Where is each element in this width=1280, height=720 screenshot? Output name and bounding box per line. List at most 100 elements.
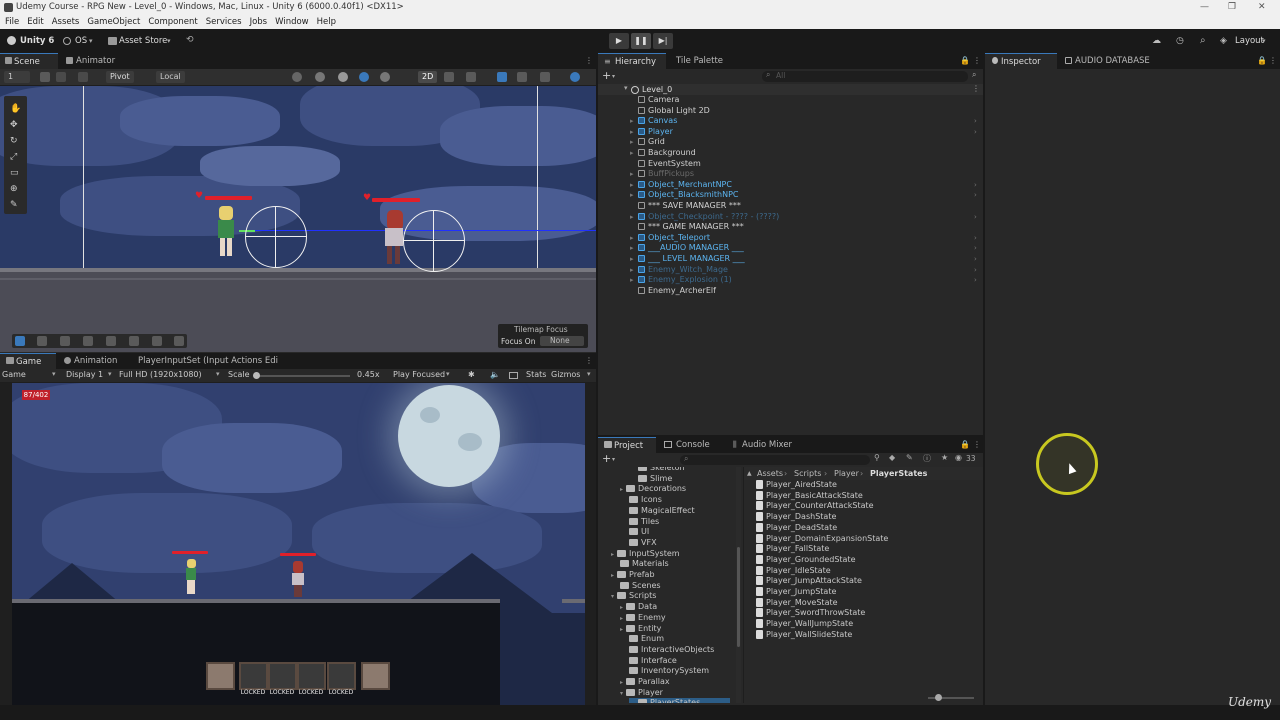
splitter[interactable] [743, 467, 744, 703]
folder-tree-item[interactable]: InteractiveObjects [620, 645, 714, 656]
script-file-item[interactable]: Player_DomainExpansionState [756, 533, 888, 545]
box-fill-icon[interactable] [83, 336, 93, 346]
panel-menu-icon[interactable]: ⋮ [973, 56, 981, 65]
focus-on-dropdown[interactable]: None [540, 336, 584, 346]
folder-tree-item[interactable]: ▸ Entity [620, 624, 661, 635]
menu-window[interactable]: Window [275, 15, 309, 29]
camera-icon[interactable] [517, 72, 527, 82]
open-prefab-icon[interactable]: › [974, 243, 977, 254]
menu-services[interactable]: Services [206, 15, 242, 29]
snap-increment-icon[interactable] [78, 72, 88, 82]
script-file-item[interactable]: Player_WallSlideState [756, 629, 852, 641]
tree-scrollbar-thumb[interactable] [737, 547, 740, 647]
folder-tree-item[interactable]: ▸ Data [620, 602, 657, 613]
lock-icon[interactable]: 🔒 [1257, 56, 1267, 65]
open-prefab-icon[interactable]: › [974, 265, 977, 276]
move-tile-icon[interactable] [37, 336, 47, 346]
chevron-right-icon[interactable]: ▸ [630, 275, 634, 286]
info-icon[interactable]: ⓘ [923, 453, 931, 464]
chevron-right-icon[interactable]: ▸ [630, 127, 634, 138]
folder-tree-item[interactable]: Tiles [620, 517, 659, 528]
chevron-right-icon[interactable]: ▸ [620, 604, 623, 611]
open-prefab-icon[interactable]: › [974, 190, 977, 201]
open-prefab-icon[interactable]: › [974, 275, 977, 286]
version-control-icon[interactable]: ⟲ [186, 35, 194, 45]
hierarchy-item[interactable]: *** SAVE MANAGER *** [598, 201, 983, 212]
chevron-right-icon[interactable]: ▸ [630, 254, 634, 265]
tab-audio-database[interactable]: AUDIO DATABASE [1061, 53, 1156, 69]
search-filter-icon[interactable]: ⌕ [972, 70, 976, 80]
folder-tree-item[interactable]: MagicalEffect [620, 506, 695, 517]
script-file-item[interactable]: Player_GroundedState [756, 554, 856, 566]
scene-root-row[interactable]: ▾ Level_0 ⋮ [598, 84, 983, 95]
lock-icon[interactable]: 🔒 [960, 440, 970, 449]
hierarchy-item[interactable]: ▸ Background [598, 148, 983, 159]
paint-tile-icon[interactable] [60, 336, 70, 346]
hierarchy-search-input[interactable]: ⌕ All [762, 70, 968, 82]
menu-jobs[interactable]: Jobs [250, 15, 268, 29]
open-prefab-icon[interactable]: › [974, 180, 977, 191]
hierarchy-item[interactable]: ▸ ___AUDIO MANAGER ___ › [598, 243, 983, 254]
fill-icon[interactable] [152, 336, 162, 346]
menu-gameobject[interactable]: GameObject [87, 15, 140, 29]
folder-tree-item[interactable]: ▾ Player [620, 688, 663, 699]
chevron-right-icon[interactable]: ▸ [630, 180, 634, 191]
script-file-item[interactable]: Player_MoveState [756, 597, 838, 609]
local-toggle[interactable]: Local [156, 71, 185, 83]
chevron-right-icon[interactable]: ▸ [620, 626, 623, 633]
wireframe-icon[interactable] [315, 72, 325, 82]
lighting-icon[interactable] [359, 72, 369, 82]
search-by-label-icon[interactable]: ◆ [889, 453, 895, 462]
account-dropdown[interactable]: Unity 6 [20, 36, 54, 46]
hierarchy-item[interactable]: Enemy_ArcherElf [598, 286, 983, 297]
layer-count[interactable]: 1 [4, 71, 30, 83]
folder-tree-item[interactable]: Icons [620, 495, 662, 506]
hierarchy-item[interactable]: ▸ Object_MerchantNPC › [598, 180, 983, 191]
audio-toggle-icon[interactable] [444, 72, 454, 82]
breadcrumb-playerstates[interactable]: PlayerStates [870, 467, 927, 480]
close-button[interactable]: ✕ [1258, 0, 1266, 15]
chevron-right-icon[interactable]: ▸ [630, 212, 634, 223]
tools-icon[interactable] [540, 72, 550, 82]
script-file-item[interactable]: Player_FallState [756, 544, 829, 555]
chevron-right-icon[interactable]: ▸ [630, 169, 634, 180]
hierarchy-item[interactable]: ▸ Object_Teleport › [598, 233, 983, 244]
folder-tree-item[interactable]: UI [620, 527, 649, 538]
hand-tool-icon[interactable]: ✋ [10, 104, 21, 114]
visibility-icon[interactable] [497, 72, 507, 82]
breadcrumb-player[interactable]: Player [834, 467, 859, 480]
game-viewport[interactable] [12, 383, 585, 705]
draw-mode-icon[interactable] [292, 72, 302, 82]
script-file-item[interactable]: Player_DashState [756, 512, 836, 523]
pivot-toggle[interactable]: Pivot [106, 71, 134, 83]
hierarchy-item[interactable]: ▸ Object_BlacksmithNPC › [598, 190, 983, 201]
favorite-star-icon[interactable]: ★ [941, 453, 948, 462]
folder-tree-item[interactable]: Enum [620, 634, 664, 645]
hierarchy-item[interactable]: ▸ Canvas › [598, 116, 983, 127]
chevron-down-icon[interactable]: ▾ [620, 690, 623, 697]
folder-tree-item[interactable]: Skeleton [629, 467, 685, 474]
game-mode-dropdown[interactable]: Game [2, 370, 26, 379]
fx-toggle-icon[interactable] [466, 72, 476, 82]
panel-menu-icon[interactable]: ⋮ [585, 56, 593, 65]
open-prefab-icon[interactable]: › [974, 116, 977, 127]
folder-tree-item[interactable]: Slime [629, 474, 672, 485]
open-prefab-icon[interactable]: › [974, 127, 977, 138]
display-dropdown[interactable]: Display 1 [66, 370, 103, 379]
breadcrumb-scripts[interactable]: Scripts [794, 467, 821, 480]
grid-snap-icon[interactable] [40, 72, 50, 82]
menu-file[interactable]: File [5, 15, 19, 29]
rect-tool-icon[interactable]: ▭ [10, 168, 19, 178]
script-file-item[interactable]: Player_DeadState [756, 522, 837, 534]
script-file-item[interactable]: Player_CounterAttackState [756, 501, 874, 512]
menu-assets[interactable]: Assets [52, 15, 80, 29]
hierarchy-item[interactable]: EventSystem [598, 159, 983, 170]
folder-tree-item[interactable]: VFX [620, 538, 657, 549]
select-tile-icon[interactable] [15, 336, 25, 346]
create-asset-button[interactable]: + [602, 452, 611, 465]
folder-tree-item[interactable]: ▸ Parallax [620, 677, 670, 688]
play-focused-dropdown[interactable]: Play Focused [393, 370, 445, 379]
scale-slider-handle[interactable] [253, 372, 260, 379]
eraser-icon[interactable] [129, 336, 139, 346]
script-file-item[interactable]: Player_SwordThrowState [756, 608, 865, 619]
